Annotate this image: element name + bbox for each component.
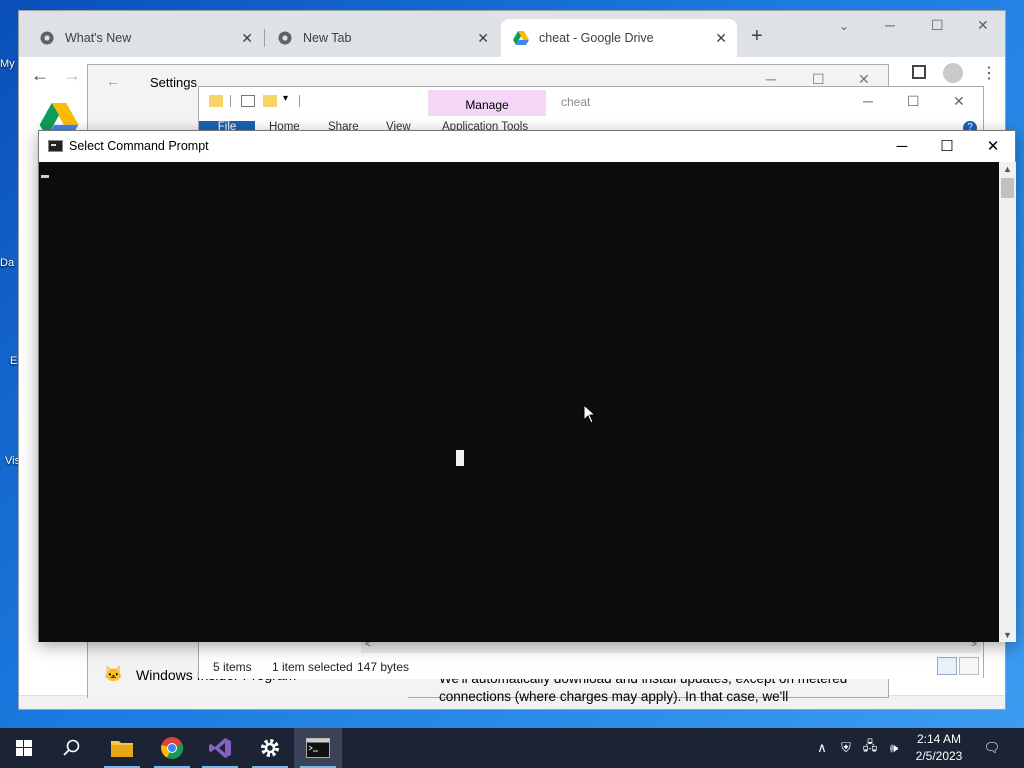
scroll-down-icon[interactable]: ▼ [1003, 630, 1012, 640]
close-icon[interactable]: ✕ [715, 30, 727, 47]
taskbar-settings[interactable] [246, 728, 294, 768]
windows-logo-icon [16, 740, 32, 756]
close-icon[interactable]: ✕ [953, 93, 965, 110]
window-title: Select Command Prompt [69, 139, 209, 153]
selection-size: 147 bytes [357, 660, 410, 674]
minimize-icon[interactable]: ─ [863, 93, 873, 109]
clock-time: 2:14 AM [916, 732, 962, 746]
insider-cat-icon: 🐱 [104, 666, 123, 683]
clock[interactable]: 2:14 AM 2/5/2023 [906, 731, 972, 765]
tab-whats-new[interactable]: What's New ✕ [27, 19, 263, 57]
taskbar-file-explorer[interactable] [98, 728, 146, 768]
taskbar-visual-studio[interactable] [196, 728, 244, 768]
taskbar: ∧ ⛨ 🖧 🕪 2:14 AM 2/5/2023 🗨 [0, 728, 1024, 768]
back-arrow-icon[interactable]: ← [31, 65, 49, 86]
new-folder-icon[interactable] [263, 95, 277, 107]
folder-icon [111, 741, 133, 757]
close-icon[interactable]: ✕ [477, 30, 489, 47]
command-prompt-window: Select Command Prompt ─ ☐ ✕ ▲ ▼ [38, 130, 1016, 642]
chrome-icon [161, 737, 184, 759]
vertical-scrollbar[interactable]: ▲ ▼ [999, 162, 1016, 642]
tab-label: What's New [65, 31, 132, 45]
back-arrow-icon[interactable]: ← [106, 73, 120, 89]
separator [230, 95, 231, 107]
maximize-button[interactable]: ☐ [924, 135, 970, 159]
forward-arrow-icon[interactable]: → [63, 65, 81, 86]
search-button[interactable] [48, 728, 96, 768]
network-icon[interactable]: 🖧 [860, 728, 880, 768]
volume-icon[interactable]: 🕪 [884, 728, 904, 768]
ribbon-tabs: File Home Share View Application Tools ? [199, 117, 983, 135]
large-icons-view-icon[interactable] [959, 657, 979, 675]
command-prompt-icon [306, 738, 330, 758]
desktop-icon-label[interactable]: E [10, 355, 17, 367]
maximize-icon[interactable]: ☐ [907, 93, 920, 110]
minimize-button[interactable]: ─ [879, 135, 925, 159]
clock-date: 2/5/2023 [915, 749, 963, 763]
properties-icon[interactable] [241, 95, 255, 107]
chevron-up-icon[interactable]: ∧ [812, 728, 832, 768]
tab-label: cheat - Google Drive [539, 31, 654, 45]
mouse-pointer-icon [583, 404, 597, 424]
tab-label: New Tab [303, 31, 352, 45]
item-count: 5 items [213, 660, 252, 674]
menu-dots-icon[interactable]: ⋮ [981, 63, 997, 83]
new-tab-button[interactable]: + [751, 25, 763, 48]
chevron-down-icon[interactable]: ⌄ [839, 19, 849, 33]
selection-count: 1 item selected [272, 660, 353, 674]
visual-studio-icon [209, 738, 231, 758]
gear-icon [261, 739, 279, 757]
window-title: cheat [561, 95, 591, 109]
status-bar: 5 items 1 item selected 147 bytes [199, 653, 983, 679]
chrome-icon [277, 30, 293, 46]
scrollbar-thumb[interactable] [1001, 178, 1014, 198]
tab-manage[interactable]: Manage [428, 90, 546, 116]
close-icon[interactable]: ✕ [977, 17, 989, 34]
chevron-down-icon[interactable]: ▾ [283, 93, 288, 104]
google-drive-icon [513, 30, 529, 46]
close-button[interactable]: ✕ [970, 135, 1016, 159]
details-view-icon[interactable] [937, 657, 957, 675]
chrome-icon [39, 30, 55, 46]
tab-new-tab[interactable]: New Tab ✕ [265, 19, 499, 57]
maximize-icon[interactable]: ☐ [931, 17, 944, 34]
security-icon[interactable]: ⛨ [836, 728, 856, 768]
search-icon [63, 739, 80, 756]
console-output[interactable] [39, 162, 999, 642]
window-title: Settings [150, 75, 197, 90]
tab-google-drive[interactable]: cheat - Google Drive ✕ [501, 19, 737, 57]
scroll-up-icon[interactable]: ▲ [1003, 164, 1012, 174]
taskbar-command-prompt[interactable] [294, 728, 342, 768]
profile-avatar[interactable] [943, 63, 963, 83]
console-cursor [41, 175, 49, 178]
minimize-icon[interactable]: ─ [766, 71, 776, 87]
desktop-icon-label[interactable]: My [0, 58, 15, 70]
folder-icon [209, 95, 223, 107]
minimize-icon[interactable]: ─ [885, 17, 895, 33]
taskbar-chrome[interactable] [148, 728, 196, 768]
close-icon[interactable]: ✕ [241, 30, 253, 47]
notification-icon[interactable]: 🗨 [980, 728, 1004, 768]
desktop-icon-label[interactable]: Da [0, 257, 14, 269]
start-button[interactable] [0, 728, 48, 768]
cmd-titlebar: Select Command Prompt ─ ☐ ✕ [39, 131, 1015, 161]
command-prompt-icon [48, 140, 63, 152]
separator [299, 95, 300, 107]
text-caret [456, 450, 464, 466]
chrome-tab-strip: What's New ✕ New Tab ✕ cheat - Google Dr… [19, 11, 1005, 57]
side-panel-icon[interactable] [912, 65, 926, 79]
